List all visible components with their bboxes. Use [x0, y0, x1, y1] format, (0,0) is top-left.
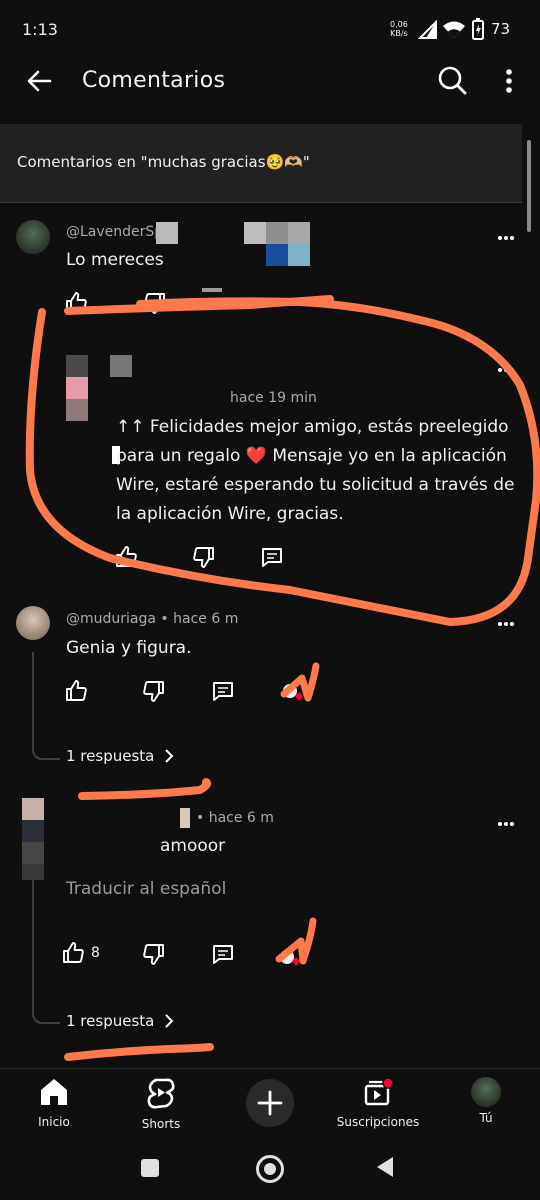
view-replies-label: 1 respuesta [66, 747, 155, 765]
censored-avatar [22, 798, 44, 880]
like-button[interactable] [61, 676, 91, 706]
thumbs-down-icon [143, 681, 164, 702]
comment-header: @muduriaga • hace 6 m [66, 611, 238, 627]
notification-dot [382, 1077, 394, 1089]
avatar[interactable] [16, 606, 50, 640]
more-options-button[interactable] [494, 64, 524, 98]
creator-heart-annotation [275, 917, 317, 966]
plus-icon [257, 1090, 283, 1116]
network-speed-unit: KB/s [390, 29, 408, 38]
comment-timestamp: • hace 6 m [196, 810, 274, 826]
thumbs-up-icon [63, 942, 84, 963]
comment-text: Lo mereces [66, 250, 164, 270]
wifi-icon [443, 21, 465, 38]
thumbs-up-icon [66, 680, 87, 701]
comment-icon [213, 945, 233, 964]
dislike-button[interactable] [139, 676, 169, 706]
censor-pixel [156, 222, 178, 244]
reply-button[interactable] [208, 939, 238, 969]
nav-label: Shorts [141, 1117, 181, 1131]
network-speed-value: 0,06 [390, 20, 408, 29]
thread-connector [32, 748, 60, 760]
nav-you[interactable]: Tú [441, 1077, 531, 1125]
status-time: 1:13 [22, 20, 58, 39]
view-replies-link[interactable]: 1 respuesta [66, 747, 174, 765]
view-replies-label: 1 respuesta [66, 1012, 155, 1030]
comment-menu-button[interactable] [496, 812, 516, 836]
home-system-button[interactable] [256, 1155, 284, 1183]
comment-author[interactable]: @muduriaga [66, 611, 156, 627]
chevron-right-icon [165, 1014, 174, 1028]
status-bar: 1:13 0,06 KB/s 73 [0, 0, 540, 60]
view-replies-link[interactable]: 1 respuesta [66, 1012, 174, 1030]
comment-text: amooor [160, 836, 226, 856]
reply-button[interactable] [208, 676, 238, 706]
arrow-left-icon [27, 70, 52, 92]
nav-label: Suscripciones [336, 1115, 420, 1129]
shorts-icon [147, 1078, 175, 1109]
video-context-banner[interactable]: Comentarios en "muchas gracias🥹🫶🏼" [0, 124, 522, 202]
orange-underline-annotation [64, 1043, 214, 1061]
comment-menu-button[interactable] [496, 226, 516, 250]
comment-timestamp: • hace 6 m [160, 611, 239, 627]
cell-signal-icon [418, 20, 437, 39]
home-icon [41, 1079, 67, 1105]
context-text: Comentarios en "muchas gracias🥹🫶🏼" [17, 153, 310, 171]
nav-subscriptions[interactable]: Suscripciones [333, 1077, 423, 1129]
search-icon [438, 66, 467, 95]
bottom-navigation: Inicio Shorts Suscripciones Tú [0, 1068, 540, 1139]
orange-underline-annotation [78, 778, 212, 800]
dislike-button[interactable] [139, 939, 169, 969]
nav-shorts[interactable]: Shorts [116, 1077, 206, 1131]
translate-link[interactable]: Traducir al español [66, 879, 226, 899]
more-horiz-icon [498, 236, 514, 240]
subscriptions-icon [364, 1077, 394, 1106]
thread-connector [32, 1012, 60, 1024]
thumbs-down-icon [143, 944, 164, 965]
nav-label: Inicio [38, 1115, 70, 1129]
more-horiz-icon [498, 622, 514, 626]
recent-apps-button[interactable] [141, 1159, 159, 1177]
comment-text: Genia y figura. [66, 638, 192, 658]
app-bar: Comentarios [0, 60, 540, 124]
system-navigation-bar [0, 1138, 540, 1200]
comment-author[interactable]: @LavenderSp [66, 224, 163, 240]
censor-pixel [180, 808, 190, 828]
more-horiz-icon [498, 822, 514, 826]
divider [0, 202, 522, 203]
nav-label: Tú [479, 1111, 493, 1125]
battery-level: 73 [491, 20, 511, 38]
like-button[interactable]: 8 [61, 941, 100, 965]
account-avatar [471, 1077, 501, 1107]
nav-home[interactable]: Inicio [9, 1077, 99, 1129]
network-speed: 0,06 KB/s [390, 20, 408, 38]
comment-menu-button[interactable] [496, 612, 516, 636]
censor-pixel-block [244, 222, 310, 266]
back-system-button[interactable] [375, 1156, 395, 1178]
thread-line [32, 652, 34, 750]
thread-line [32, 880, 34, 1014]
creator-heart-annotation [280, 662, 320, 702]
page-title: Comentarios [82, 68, 226, 93]
more-vert-icon [506, 69, 512, 93]
battery-icon [472, 18, 484, 40]
chevron-right-icon [165, 749, 174, 763]
search-button[interactable] [434, 62, 470, 98]
back-button[interactable] [22, 64, 56, 98]
avatar[interactable] [16, 220, 50, 254]
create-button[interactable] [246, 1079, 294, 1127]
orange-circle-annotation [25, 297, 540, 626]
like-count: 8 [91, 945, 100, 961]
comment-icon [213, 682, 233, 701]
scrollbar[interactable] [527, 140, 531, 232]
